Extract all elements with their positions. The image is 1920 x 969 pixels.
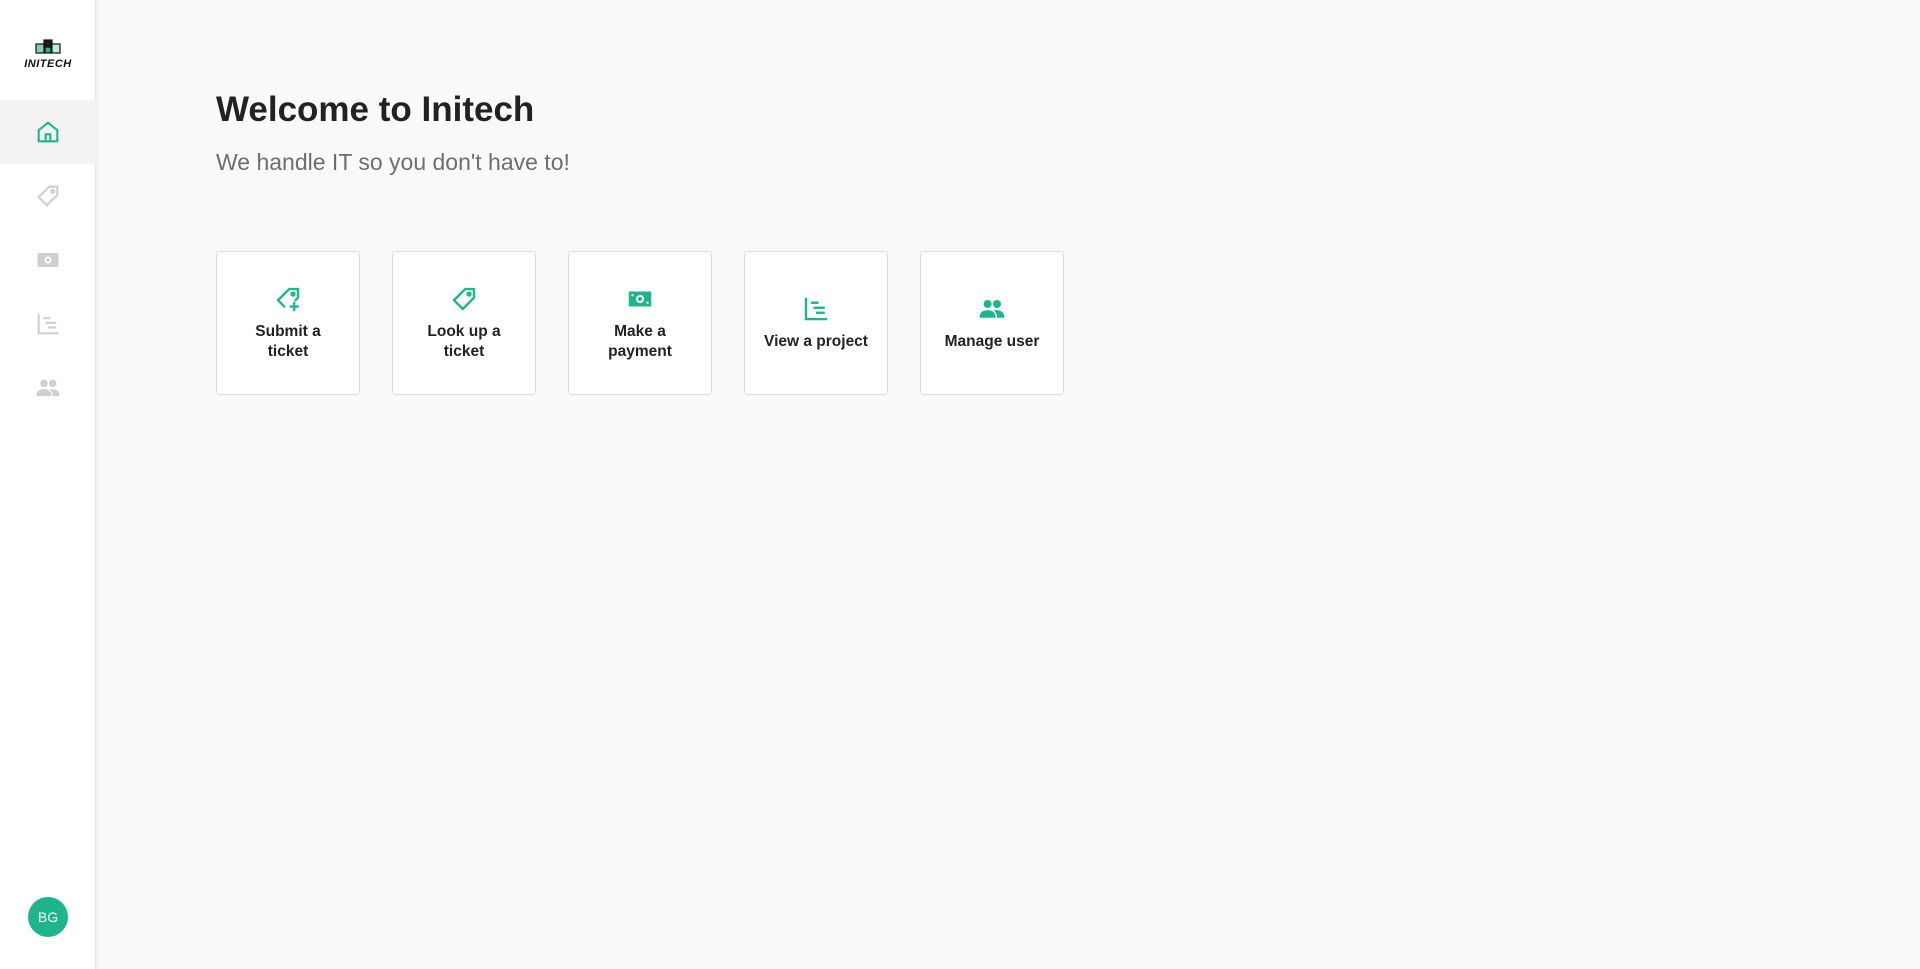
view-project-card[interactable]: View a project: [744, 251, 888, 395]
lookup-ticket-card[interactable]: Look up a ticket: [392, 251, 536, 395]
page-subtitle: We handle IT so you don't have to!: [216, 149, 570, 175]
tag-plus-icon: [276, 287, 300, 312]
make-payment-card[interactable]: Make a payment: [568, 251, 712, 395]
logo-text: INITECH: [24, 58, 72, 70]
sidebar-item-home[interactable]: [0, 100, 96, 164]
manage-user-card[interactable]: Manage user: [920, 251, 1064, 395]
sidebar-item-payments[interactable]: [0, 228, 96, 292]
card-label: Manage user: [944, 333, 1040, 350]
gantt-chart-icon: [804, 297, 828, 321]
gantt-chart-icon: [37, 313, 59, 335]
page-title: Welcome to Initech: [216, 90, 535, 129]
initech-logo[interactable]: INITECH: [0, 36, 96, 82]
sidebar-item-tickets[interactable]: [0, 164, 96, 228]
card-label: View a project: [764, 333, 868, 350]
banknote-icon: [628, 291, 652, 307]
tag-icon: [452, 287, 476, 311]
tag-icon: [37, 185, 59, 207]
submit-ticket-card[interactable]: Submit a ticket: [216, 251, 360, 395]
sidebar-item-projects[interactable]: [0, 292, 96, 356]
sidebar-item-users[interactable]: [0, 356, 96, 420]
banknote-icon: [37, 253, 59, 267]
user-avatar[interactable]: BG: [28, 897, 68, 937]
home-icon: [37, 121, 59, 143]
people-icon: [979, 300, 1005, 318]
card-label: Make a payment: [608, 323, 672, 360]
initech-logo-icon: [35, 39, 61, 54]
card-label: Look up a ticket: [427, 323, 501, 360]
sidebar: INITECH BG: [0, 0, 96, 969]
people-icon: [36, 379, 60, 397]
card-label: Submit a ticket: [255, 323, 321, 360]
